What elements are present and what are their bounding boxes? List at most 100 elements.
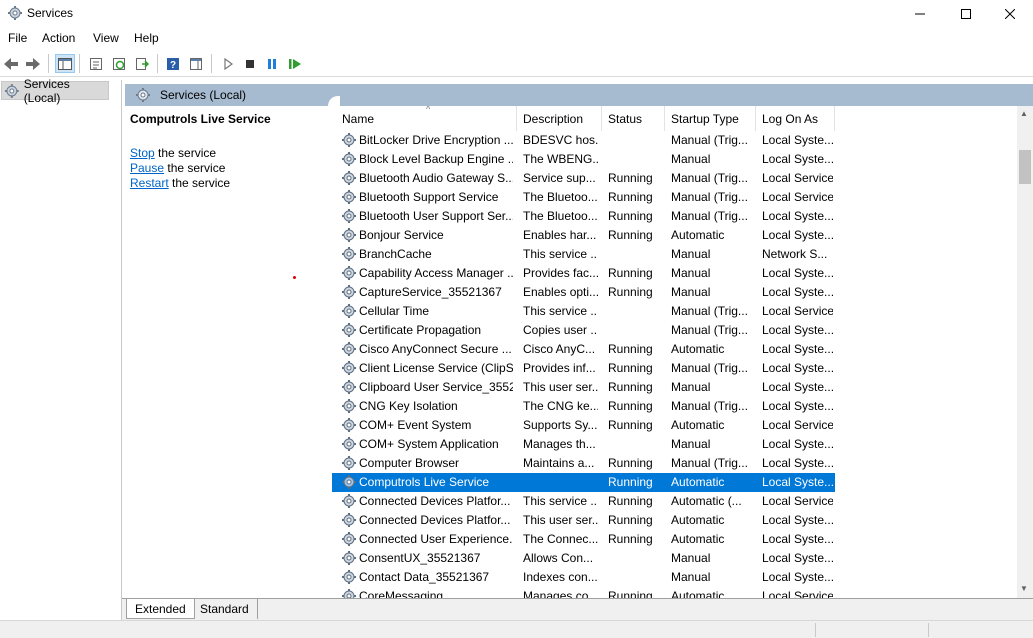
table-row-selected[interactable]: Computrols Live Service Running Automatic L… [332,473,835,492]
table-row[interactable]: Capability Access Manager ... Provides fa… [332,264,835,283]
table-row[interactable]: Connected Devices Platfor... This service… [332,492,835,511]
pause-link[interactable]: Pause [130,161,164,175]
vertical-scrollbar[interactable]: ▲ ▼ [1017,106,1033,598]
help-button[interactable]: ? [163,54,183,73]
table-row[interactable]: Cellular Time This service ... Manual (Tri… [332,302,835,321]
service-name-cell: BitLocker Drive Encryption ... [359,133,513,147]
service-startup-type-cell: Manual [671,285,711,299]
table-row[interactable]: Cisco AnyConnect Secure ... Cisco AnyC...… [332,340,835,359]
start-service-icon [224,57,234,70]
service-gear-icon [342,551,356,565]
table-row[interactable]: Client License Service (ClipS... Provides… [332,359,835,378]
minimize-button[interactable] [897,0,943,27]
service-logon-cell: Local Syste... [762,228,833,242]
tab-standard[interactable]: Standard [192,599,258,619]
table-row[interactable]: CNG Key Isolation The CNG ke... Running Man… [332,397,835,416]
service-gear-icon [342,228,356,242]
column-header-label: Description [523,112,584,126]
service-status-cell: Running [608,475,653,489]
menu-view[interactable]: View [93,31,119,45]
table-row[interactable]: Connected User Experience... The Connec..… [332,530,835,549]
table-row[interactable]: Bluetooth Audio Gateway S... Service sup.… [332,169,835,188]
service-description-cell: BDESVC hos... [523,133,598,147]
column-header-description[interactable]: Description [517,106,602,131]
service-name-cell: Cellular Time [359,304,430,318]
table-row[interactable]: CoreMessaging Manages co... Running Automat… [332,587,835,598]
pause-service-button[interactable] [262,54,282,73]
table-row[interactable]: Connected Devices Platfor... This user se… [332,511,835,530]
tab-extended[interactable]: Extended [126,599,195,619]
view-tabs: Extended Standard [122,598,1033,620]
console-tree: Services (Local) [0,77,122,622]
menu-action[interactable]: Action [42,31,75,45]
service-name-cell: Certificate Propagation [359,323,482,337]
table-row[interactable]: ConsentUX_35521367 Allows Con... Manual Loc… [332,549,835,568]
column-header-startup-type[interactable]: Startup Type [665,106,756,131]
svg-text:?: ? [170,60,176,71]
show-hide-console-tree-button[interactable] [55,54,75,73]
start-service-button[interactable] [218,54,238,73]
table-row[interactable]: Bluetooth Support Service The Bluetoo... R… [332,188,835,207]
services-list: ^ Name Description Status Startup Type L… [332,106,1017,598]
scroll-up-icon[interactable]: ▲ [1020,109,1028,118]
scrollbar-thumb[interactable] [1019,150,1031,184]
action-pane-button[interactable] [186,54,206,73]
table-row[interactable]: Certificate Propagation Copies user ... Ma… [332,321,835,340]
export-list-button[interactable] [132,54,152,73]
status-separator [815,623,816,637]
service-name-cell: CaptureService_35521367 [359,285,502,299]
service-name-cell: Bluetooth Support Service [359,190,499,204]
refresh-button[interactable] [109,54,129,73]
column-header-name[interactable]: ^ Name [336,106,517,131]
table-row[interactable]: COM+ System Application Manages th... Manu… [332,435,835,454]
service-logon-cell: Local Service [762,494,833,508]
ext-action-pause: Pause the service [130,161,225,175]
header-label: Services (Local) [160,88,247,102]
service-logon-cell: Local Syste... [762,323,833,337]
close-button[interactable] [987,0,1033,27]
menu-help[interactable]: Help [134,31,159,45]
service-description-cell: The Bluetoo... [523,190,598,204]
column-header-label: Name [342,112,375,126]
table-row[interactable]: Block Level Backup Engine ... The WBENG..… [332,150,835,169]
table-row[interactable]: BitLocker Drive Encryption ... BDESVC hos… [332,131,835,150]
table-row[interactable]: CaptureService_35521367 Enables opti... Ru… [332,283,835,302]
tree-item-services-local[interactable]: Services (Local) [1,77,109,105]
service-startup-type-cell: Manual (Trig... [671,209,748,223]
service-description-cell: This service ... [523,494,598,508]
properties-button[interactable] [86,54,106,73]
back-button[interactable] [1,54,21,73]
scroll-down-icon[interactable]: ▼ [1020,584,1028,593]
column-header-status[interactable]: Status [602,106,665,131]
table-row[interactable]: Bonjour Service Enables har... Running Auto… [332,226,835,245]
service-description-cell: Copies user ... [523,323,598,337]
table-row[interactable]: BranchCache This service ... Manual Network… [332,245,835,264]
service-description-cell: Enables har... [523,228,597,242]
stop-service-button[interactable] [240,54,260,73]
maximize-button[interactable] [943,0,989,27]
service-description-cell: This user ser... [523,380,598,394]
service-startup-type-cell: Manual [671,380,711,394]
services-header: Services (Local) [125,84,1033,106]
service-startup-type-cell: Manual (Trig... [671,456,748,470]
restart-link[interactable]: Restart [130,176,169,190]
service-description-cell: Manages th... [523,437,596,451]
table-row[interactable]: Bluetooth User Support Ser... The Bluetoo… [332,207,835,226]
service-gear-icon [342,190,356,204]
table-row[interactable]: Clipboard User Service_3552... This user … [332,378,835,397]
pause-service-icon [268,58,276,69]
menu-file[interactable]: File [8,31,27,45]
forward-button[interactable] [23,54,43,73]
resume-service-button[interactable] [285,54,305,73]
column-header-log-on-as[interactable]: Log On As [756,106,835,131]
table-row[interactable]: Contact Data_35521367 Indexes con... Manua… [332,568,835,587]
list-header: ^ Name Description Status Startup Type L… [332,106,1017,131]
service-status-cell: Running [608,399,653,413]
service-logon-cell: Local Service [762,589,833,598]
service-status-cell: Running [608,380,653,394]
table-row[interactable]: COM+ Event System Supports Sy... Running Au… [332,416,835,435]
stop-link[interactable]: Stop [130,146,155,160]
service-name-cell: Bluetooth User Support Ser... [359,209,513,223]
service-logon-cell: Local Service [762,304,833,318]
table-row[interactable]: Computer Browser Maintains a... Running Man… [332,454,835,473]
